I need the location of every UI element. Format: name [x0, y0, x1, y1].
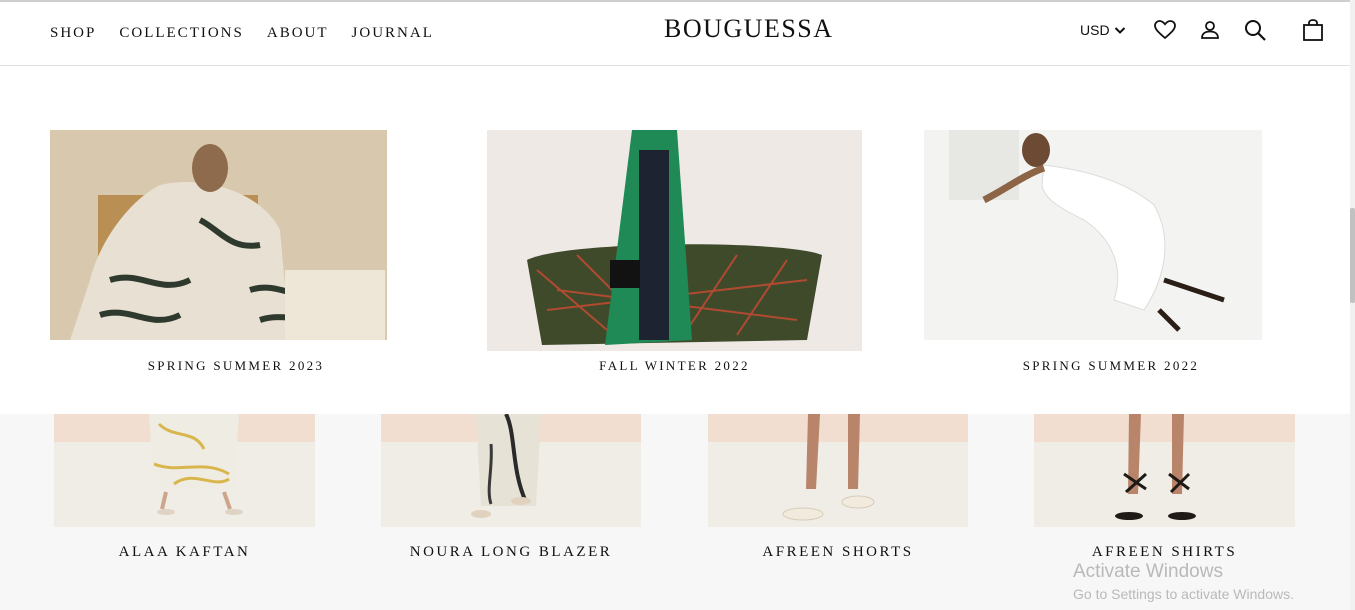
nav-journal[interactable]: JOURNAL	[352, 24, 434, 42]
currency-label: USD	[1080, 22, 1110, 38]
account-icon[interactable]	[1198, 18, 1222, 42]
product-image-alaa-kaftan[interactable]	[54, 414, 315, 527]
site-header: SHOP COLLECTIONS ABOUT JOURNAL BOUGUESSA…	[0, 2, 1350, 66]
model-white-outfit-image	[924, 130, 1262, 340]
os-activation-title: Activate Windows	[1073, 561, 1223, 582]
model-green-coat-image	[487, 130, 862, 351]
product-image-afreen-shirts[interactable]	[1034, 414, 1295, 527]
collection-image-fw22[interactable]	[487, 130, 862, 351]
collection-image-ss22[interactable]	[924, 130, 1262, 340]
heart-icon[interactable]	[1153, 18, 1177, 42]
product-title-alaa-kaftan[interactable]: ALAA KAFTAN	[54, 544, 315, 561]
model-striped-outfit-image	[50, 130, 387, 340]
chevron-down-icon	[1114, 27, 1125, 34]
search-icon[interactable]	[1243, 18, 1267, 42]
os-activation-subtitle: Go to Settings to activate Windows.	[1073, 586, 1294, 602]
currency-selector[interactable]: USD	[1080, 22, 1126, 38]
main-nav: SHOP COLLECTIONS ABOUT JOURNAL	[50, 24, 457, 42]
shorts-legs-image	[708, 414, 968, 527]
collection-title-ss22[interactable]: SPRING SUMMER 2022	[924, 358, 1298, 374]
shirts-legs-image	[1034, 414, 1295, 527]
product-image-afreen-shorts[interactable]	[708, 414, 968, 527]
product-image-noura-long-blazer[interactable]	[381, 414, 641, 527]
collection-title-ss23[interactable]: SPRING SUMMER 2023	[50, 358, 422, 374]
product-title-afreen-shirts[interactable]: AFREEN SHIRTS	[1034, 544, 1295, 561]
page-scrollbar-thumb[interactable]	[1350, 208, 1355, 303]
bag-icon[interactable]	[1301, 18, 1325, 42]
blazer-legs-image	[381, 414, 641, 527]
brand-logo[interactable]: BOUGUESSA	[664, 14, 834, 44]
page-scrollbar[interactable]	[1350, 0, 1355, 610]
collection-image-ss23[interactable]	[50, 130, 387, 340]
product-title-noura-long-blazer[interactable]: NOURA LONG BLAZER	[381, 544, 641, 561]
product-title-afreen-shorts[interactable]: AFREEN SHORTS	[708, 544, 968, 561]
nav-collections[interactable]: COLLECTIONS	[119, 24, 244, 42]
nav-about[interactable]: ABOUT	[267, 24, 329, 42]
nav-shop[interactable]: SHOP	[50, 24, 96, 42]
kaftan-legs-image	[54, 414, 315, 527]
collection-title-fw22[interactable]: FALL WINTER 2022	[487, 358, 862, 374]
